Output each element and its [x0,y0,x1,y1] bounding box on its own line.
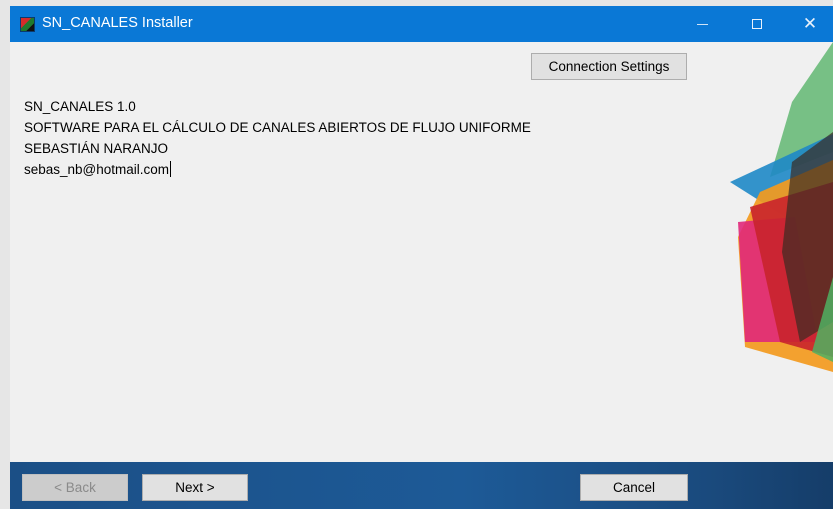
app-icon [20,17,35,32]
title-bar[interactable]: SN_CANALES Installer ✕ [10,6,833,42]
text-caret [170,161,172,177]
product-info-text: SN_CANALES 1.0 SOFTWARE PARA EL CÁLCULO … [24,96,531,180]
back-button[interactable]: < Back [22,474,128,501]
window-title: SN_CANALES Installer [42,15,193,31]
author-name: SEBASTIÁN NARANJO [24,141,169,156]
product-name: SN_CANALES 1.0 [24,99,136,114]
maximize-button[interactable] [734,6,780,42]
installer-window: SN_CANALES Installer ✕ Connection Settin… [10,6,833,509]
maximize-icon [752,19,762,29]
decorative-graphic [730,42,833,372]
close-icon: ✕ [802,13,818,34]
footer-bar: < Back Next > Cancel [10,462,833,509]
minimize-button[interactable] [679,6,725,42]
content-area: Connection Settings SN_CANALES 1.0 SOFTW… [10,42,833,462]
author-email-line: sebas_nb@hotmail.com [24,159,531,180]
minimize-icon [696,23,708,25]
cancel-button[interactable]: Cancel [580,474,688,501]
next-button[interactable]: Next > [142,474,248,501]
connection-settings-button[interactable]: Connection Settings [531,53,687,80]
product-description: SOFTWARE PARA EL CÁLCULO DE CANALES ABIE… [24,120,531,135]
close-button[interactable]: ✕ [787,6,833,42]
author-email: sebas_nb@hotmail.com [24,162,170,177]
